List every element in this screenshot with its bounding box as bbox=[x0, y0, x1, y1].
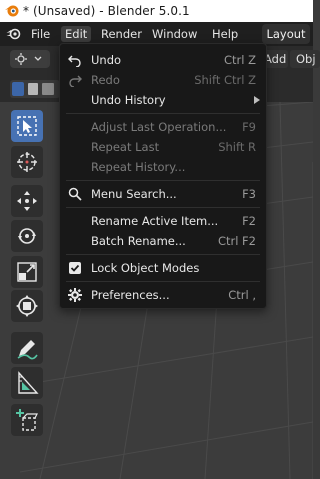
add-menu-label: Add bbox=[264, 52, 287, 66]
tool-rotate[interactable] bbox=[11, 220, 43, 252]
undo-icon bbox=[68, 55, 81, 67]
selection-mode-buttons[interactable] bbox=[10, 80, 60, 98]
menu-item-shortcut: Ctrl , bbox=[228, 288, 256, 302]
menu-item-rename-active-item[interactable]: Rename Active Item... F2 bbox=[60, 211, 266, 231]
menu-item-lock-object-modes[interactable]: Lock Object Modes bbox=[60, 258, 266, 278]
menu-item-adjust-last-operation[interactable]: Adjust Last Operation... F9 bbox=[60, 117, 266, 137]
rotate-icon bbox=[18, 228, 36, 244]
menu-item-undo-history[interactable]: Undo History bbox=[60, 90, 266, 110]
menu-item-label: Undo bbox=[91, 53, 122, 67]
select-new-icon[interactable] bbox=[12, 82, 24, 96]
tool-shelf bbox=[8, 110, 50, 440]
move-icon bbox=[17, 191, 37, 211]
menu-render[interactable]: Render bbox=[97, 26, 146, 42]
menu-item-shortcut: F3 bbox=[242, 187, 256, 201]
menu-item-label: Batch Rename... bbox=[91, 234, 186, 248]
menu-item-shortcut: Ctrl F2 bbox=[217, 234, 256, 248]
annotate-icon bbox=[17, 340, 38, 360]
select-subtract-icon[interactable] bbox=[42, 83, 54, 95]
submenu-arrow-icon bbox=[254, 96, 260, 104]
menu-item-repeat-history[interactable]: Repeat History... bbox=[60, 157, 266, 177]
window-titlebar: * (Unsaved) - Blender 5.0.1 bbox=[0, 0, 313, 22]
menu-item-shortcut: F9 bbox=[242, 120, 256, 134]
tool-move[interactable] bbox=[11, 185, 43, 217]
menu-item-label: Menu Search... bbox=[91, 187, 177, 201]
tool-transform[interactable] bbox=[11, 290, 43, 322]
menu-window[interactable]: Window bbox=[148, 26, 201, 42]
search-icon bbox=[68, 187, 82, 201]
menu-item-preferences[interactable]: Preferences... Ctrl , bbox=[60, 285, 266, 305]
menu-item-label: Repeat History... bbox=[91, 160, 186, 174]
transform-icon bbox=[16, 295, 38, 317]
menu-item-redo[interactable]: Redo Shift Ctrl Z bbox=[60, 70, 266, 90]
menu-item-undo[interactable]: Undo Ctrl Z bbox=[60, 50, 266, 70]
menu-file[interactable]: File bbox=[27, 26, 54, 42]
tool-add-cube[interactable] bbox=[11, 404, 43, 436]
menu-item-label: Adjust Last Operation... bbox=[91, 120, 227, 134]
menu-item-shortcut: Shift Ctrl Z bbox=[194, 73, 256, 87]
blender-logo-icon bbox=[5, 5, 19, 17]
tool-scale[interactable] bbox=[11, 256, 43, 288]
menu-item-shortcut: F2 bbox=[242, 214, 256, 228]
editor-type-selector[interactable] bbox=[10, 50, 50, 68]
menu-item-label: Redo bbox=[91, 73, 120, 87]
menu-item-label: Lock Object Modes bbox=[91, 261, 200, 275]
menu-item-shortcut: Ctrl Z bbox=[224, 53, 256, 67]
menu-item-menu-search[interactable]: Menu Search... F3 bbox=[60, 184, 266, 204]
menu-item-label: Rename Active Item... bbox=[91, 214, 219, 228]
cursor-icon bbox=[17, 152, 37, 172]
select-box-icon bbox=[17, 116, 37, 136]
tool-cursor[interactable] bbox=[11, 146, 43, 178]
menu-separator bbox=[66, 254, 260, 255]
menu-separator bbox=[66, 281, 260, 282]
menu-separator bbox=[66, 113, 260, 114]
tool-annotate[interactable] bbox=[11, 332, 43, 364]
menu-item-shortcut: Shift R bbox=[218, 140, 256, 154]
menu-separator bbox=[66, 207, 260, 208]
menu-item-repeat-last[interactable]: Repeat Last Shift R bbox=[60, 137, 266, 157]
menu-item-label: Undo History bbox=[91, 93, 166, 107]
redo-icon bbox=[69, 75, 82, 87]
add-cube-icon bbox=[16, 409, 38, 431]
menu-help[interactable]: Help bbox=[208, 26, 242, 42]
menu-edit[interactable]: Edit bbox=[61, 26, 92, 42]
menu-item-batch-rename[interactable]: Batch Rename... Ctrl F2 bbox=[60, 231, 266, 251]
tool-measure[interactable] bbox=[11, 367, 43, 399]
edit-menu-dropdown: Undo Ctrl Z Redo Shift Ctrl Z Undo Histo… bbox=[59, 43, 267, 309]
window-title: * (Unsaved) - Blender 5.0.1 bbox=[23, 4, 190, 18]
tool-select-box[interactable] bbox=[11, 110, 43, 142]
select-extend-icon[interactable] bbox=[28, 83, 38, 95]
menu-item-label: Preferences... bbox=[91, 288, 170, 302]
measure-icon bbox=[18, 371, 39, 394]
blender-menu-icon[interactable] bbox=[6, 27, 22, 41]
checkbox-icon[interactable] bbox=[68, 261, 82, 275]
gear-icon bbox=[68, 288, 82, 302]
menu-item-label: Repeat Last bbox=[91, 140, 160, 154]
object-menu-label: Obj bbox=[296, 52, 316, 66]
menu-separator bbox=[66, 180, 260, 181]
scale-icon bbox=[17, 262, 37, 282]
workspace-tab-layout[interactable]: Layout bbox=[262, 24, 310, 44]
